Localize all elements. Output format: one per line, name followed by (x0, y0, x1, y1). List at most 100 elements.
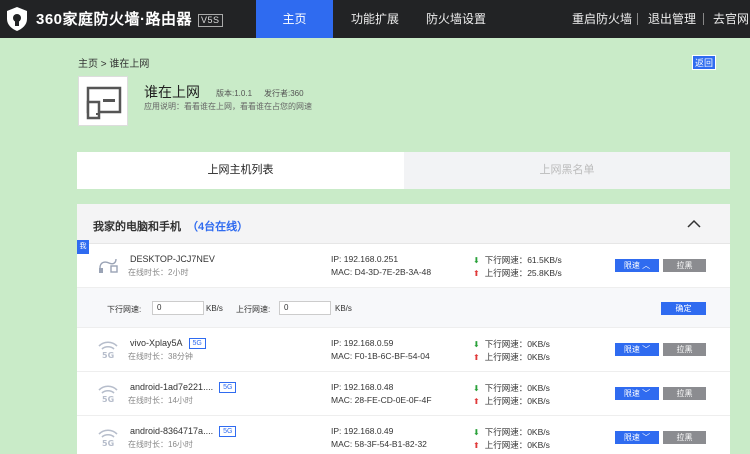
version-badge: V5S (198, 13, 223, 27)
online-duration: 在线时长：38分钟 (128, 352, 193, 361)
limit-label: 限速 (623, 345, 640, 354)
nav-divider (703, 13, 704, 25)
device-mac: MAC: D4-3D-7E-2B-3A-48 (331, 267, 432, 277)
arrow-up-icon: ⬆ (473, 397, 480, 406)
down-limit-input[interactable]: 0 (152, 301, 204, 315)
confirm-button[interactable]: 确定 (661, 302, 706, 315)
upload-speed: ⬆ 上行网速：0KB/s (473, 439, 550, 451)
table-row: 5G android-8364717a.... 5G 在线时长：16小时 IP: … (77, 416, 730, 454)
upload-speed-text: 上行网速：0KB/s (484, 440, 550, 450)
block-button[interactable]: 拉黑 (663, 387, 706, 400)
wifi-icon: 5G (98, 429, 118, 448)
back-button[interactable]: 返回 (692, 55, 716, 70)
device-name: vivo-Xplay5A 5G (130, 338, 206, 349)
brand-title: 360家庭防火墙·路由器 V5S (36, 8, 223, 29)
up-limit-unit: KB/s (335, 304, 352, 313)
arrow-up-icon: ⬆ (473, 353, 480, 362)
list-tabs: 上网主机列表 上网黑名单 (77, 152, 730, 189)
download-speed: ⬇ 下行网速：0KB/s (473, 338, 550, 350)
device-name: DESKTOP-JCJ7NEV (130, 254, 215, 264)
panel-title: 我家的电脑和手机 （4台在线） (93, 218, 248, 234)
online-duration: 在线时长：2小时 (128, 268, 189, 277)
device-ip: IP: 192.168.0.49 (331, 426, 394, 436)
logout-link[interactable]: 退出管理 (648, 0, 696, 38)
brand-text: 360家庭防火墙·路由器 (36, 11, 193, 28)
chevron-down-icon: ﹀ (642, 345, 651, 354)
app-version: 版本:1.0.1 (216, 89, 253, 98)
tab-blacklist[interactable]: 上网黑名单 (404, 152, 730, 189)
device-name-text: vivo-Xplay5A (130, 338, 183, 348)
online-count: （4台在线） (187, 221, 249, 233)
limit-speed-button[interactable]: 限速 ﹀ (615, 387, 659, 400)
download-speed: ⬇ 下行网速：0KB/s (473, 426, 550, 438)
device-name-text: android-1ad7e221.... (130, 382, 214, 392)
official-site-link[interactable]: 去官网 (713, 0, 749, 38)
upload-speed: ⬆ 上行网速：0KB/s (473, 351, 550, 363)
limit-speed-button[interactable]: 限速 ︿ (615, 259, 659, 272)
down-limit-label: 下行网速: (107, 305, 142, 314)
down-limit-unit: KB/s (206, 304, 223, 313)
breadcrumb-separator: > (100, 59, 107, 70)
device-name-text: android-8364717a.... (130, 426, 214, 436)
arrow-up-icon: ⬆ (473, 441, 480, 450)
nav-tab-home[interactable]: 主页 (256, 0, 333, 38)
arrow-down-icon: ⬇ (473, 428, 480, 437)
tab-host-list[interactable]: 上网主机列表 (77, 152, 404, 189)
breadcrumb-current: 谁在上网 (109, 59, 150, 70)
block-button[interactable]: 拉黑 (663, 259, 706, 272)
shield-logo-icon (7, 7, 27, 31)
up-limit-label: 上行网速: (236, 305, 271, 314)
download-speed-text: 下行网速：0KB/s (484, 427, 550, 437)
arrow-down-icon: ⬇ (473, 256, 480, 265)
restart-firewall-link[interactable]: 重启防火墙 (572, 0, 632, 38)
device-mac: MAC: 58-3F-54-B1-82-32 (331, 439, 427, 449)
limit-speed-button[interactable]: 限速 ﹀ (615, 343, 659, 356)
download-speed-text: 下行网速：0KB/s (484, 339, 550, 349)
arrow-up-icon: ⬆ (473, 269, 480, 278)
chevron-up-icon: ︿ (642, 261, 651, 270)
svg-text:5G: 5G (102, 351, 114, 360)
up-limit-input[interactable]: 0 (279, 301, 331, 315)
online-duration: 在线时长：16小时 (128, 440, 193, 449)
device-name: android-1ad7e221.... 5G (130, 382, 237, 393)
download-speed: ⬇ 下行网速：0KB/s (473, 382, 550, 394)
app-title: 谁在上网 (144, 84, 200, 100)
wifi-icon: 5G (98, 385, 118, 404)
device-mac: MAC: 28-FE-CD-0E-0F-4F (331, 395, 432, 405)
panel-title-text: 我家的电脑和手机 (93, 221, 181, 233)
chevron-up-icon[interactable] (686, 217, 702, 229)
limit-speed-button[interactable]: 限速 ﹀ (615, 431, 659, 444)
upload-speed: ⬆ 上行网速：0KB/s (473, 395, 550, 407)
svg-text:5G: 5G (102, 439, 114, 448)
device-panel: 我家的电脑和手机 （4台在线） 我 DESKTOP-JCJ7NEV 在线时长：2小… (77, 204, 730, 454)
breadcrumb: 主页 > 谁在上网 (78, 55, 149, 70)
band-badge: 5G (219, 382, 237, 393)
block-button[interactable]: 拉黑 (663, 343, 706, 356)
table-row: 5G android-1ad7e221.... 5G 在线时长：14小时 IP: … (77, 372, 730, 416)
wifi-icon: 5G (98, 341, 118, 360)
limit-label: 限速 (623, 433, 640, 442)
device-ip: IP: 192.168.0.251 (331, 254, 399, 264)
device-ip: IP: 192.168.0.48 (331, 382, 394, 392)
download-speed-text: 下行网速：0KB/s (484, 383, 550, 393)
upload-speed-text: 上行网速：0KB/s (484, 396, 550, 406)
upload-speed: ⬆ 上行网速：25.8KB/s (473, 267, 562, 279)
block-button[interactable]: 拉黑 (663, 431, 706, 444)
download-speed-text: 下行网速：61.5KB/s (484, 255, 562, 265)
chevron-down-icon: ﹀ (642, 433, 651, 442)
nav-tab-firewall-settings[interactable]: 防火墙设置 (420, 0, 492, 38)
app-description: 应用说明：看看谁在上网，看看谁在占您的网速 (144, 102, 312, 111)
download-speed: ⬇ 下行网速：61.5KB/s (473, 254, 562, 266)
table-row: 我 DESKTOP-JCJ7NEV 在线时长：2小时 IP: 192.168.0… (77, 240, 730, 288)
device-ip: IP: 192.168.0.59 (331, 338, 394, 348)
wired-cable-icon (99, 258, 118, 273)
chevron-down-icon: ﹀ (642, 389, 651, 398)
band-badge: 5G (219, 426, 237, 437)
nav-divider (637, 13, 638, 25)
top-bar: 360家庭防火墙·路由器 V5S 主页 功能扩展 防火墙设置 重启防火墙 退出管理… (0, 0, 750, 38)
breadcrumb-home[interactable]: 主页 (78, 59, 98, 70)
panel-header: 我家的电脑和手机 （4台在线） (77, 204, 730, 244)
app-icon (78, 76, 128, 126)
device-name: android-8364717a.... 5G (130, 426, 237, 437)
nav-tab-extensions[interactable]: 功能扩展 (343, 0, 407, 38)
